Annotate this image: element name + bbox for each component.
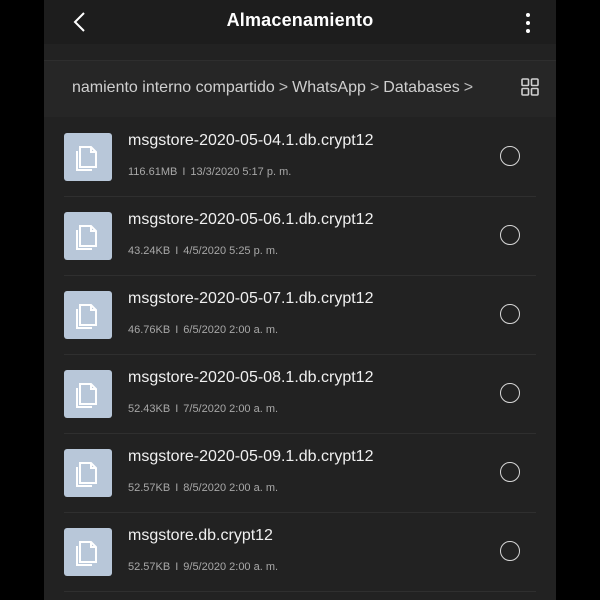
file-name: msgstore-2020-05-09.1.db.crypt12 xyxy=(128,448,374,465)
meta-separator: I xyxy=(175,482,179,494)
meta-separator: I xyxy=(175,245,179,257)
breadcrumb-separator: > xyxy=(278,79,289,96)
file-row[interactable]: msgstore-2020-05-08.1.db.crypt12 52.43KB… xyxy=(64,355,536,434)
top-app-bar: Almacenamiento xyxy=(44,0,556,44)
file-row[interactable]: msgstore-2020-05-06.1.db.crypt12 43.24KB… xyxy=(64,197,536,276)
file-date: 8/5/2020 2:00 a. m. xyxy=(183,482,279,494)
file-date: 7/5/2020 2:00 a. m. xyxy=(183,403,279,415)
file-meta: 52.43KB I 7/5/2020 2:00 a. m. xyxy=(128,403,278,415)
breadcrumb-item-databases[interactable]: Databases xyxy=(383,79,460,96)
file-size: 52.43KB xyxy=(128,403,171,415)
select-radio[interactable] xyxy=(500,383,520,403)
grid-view-icon xyxy=(521,78,539,96)
file-meta: 43.24KB I 4/5/2020 5:25 p. m. xyxy=(128,245,278,257)
file-name: msgstore-2020-05-04.1.db.crypt12 xyxy=(128,132,374,149)
file-tile xyxy=(64,291,112,339)
document-copy-icon xyxy=(76,462,97,487)
file-size: 52.57KB xyxy=(128,561,171,573)
more-vert-icon xyxy=(526,13,530,33)
file-tile xyxy=(64,133,112,181)
breadcrumb: namiento interno compartido > WhatsApp > Dat… xyxy=(72,79,506,97)
document-copy-icon xyxy=(76,304,97,329)
more-options-button[interactable] xyxy=(516,8,540,38)
file-list: msgstore-2020-05-04.1.db.crypt12 116.61M… xyxy=(44,118,556,600)
file-row[interactable]: msgstore-2020-05-07.1.db.crypt12 46.76KB… xyxy=(64,276,536,355)
breadcrumb-bar: namiento interno compartido > WhatsApp > Dat… xyxy=(44,60,556,117)
select-radio[interactable] xyxy=(500,541,520,561)
left-border xyxy=(0,0,44,600)
file-size: 52.57KB xyxy=(128,482,171,494)
meta-separator: I xyxy=(182,166,186,178)
file-name: msgstore.db.crypt12 xyxy=(128,527,273,544)
file-row[interactable]: msgstore-2020-05-04.1.db.crypt12 116.61M… xyxy=(64,118,536,197)
file-size: 46.76KB xyxy=(128,324,171,336)
breadcrumb-separator: > xyxy=(369,79,380,96)
right-border xyxy=(556,0,600,600)
file-size: 43.24KB xyxy=(128,245,171,257)
file-date: 6/5/2020 2:00 a. m. xyxy=(183,324,279,336)
file-manager-screen: Almacenamiento namiento interno comparti… xyxy=(44,0,556,600)
file-tile xyxy=(64,528,112,576)
file-meta: 116.61MB I 13/3/2020 5:17 p. m. xyxy=(128,166,291,178)
page-title: Almacenamiento xyxy=(226,10,374,30)
file-meta: 52.57KB I 8/5/2020 2:00 a. m. xyxy=(128,482,278,494)
breadcrumb-separator: > xyxy=(463,79,474,96)
select-radio[interactable] xyxy=(500,225,520,245)
meta-separator: I xyxy=(175,561,179,573)
document-copy-icon xyxy=(76,383,97,408)
file-row[interactable]: msgstore.db.crypt12 52.57KB I 9/5/2020 2:0… xyxy=(64,513,536,592)
meta-separator: I xyxy=(175,324,179,336)
file-meta: 52.57KB I 9/5/2020 2:00 a. m. xyxy=(128,561,278,573)
file-name: msgstore-2020-05-06.1.db.crypt12 xyxy=(128,211,374,228)
breadcrumb-item-storage[interactable]: namiento interno compartido xyxy=(72,79,275,96)
select-radio[interactable] xyxy=(500,304,520,324)
grid-view-button[interactable] xyxy=(520,77,544,101)
document-copy-icon xyxy=(76,146,97,171)
meta-separator: I xyxy=(175,403,179,415)
file-tile xyxy=(64,449,112,497)
document-copy-icon xyxy=(76,225,97,250)
file-tile xyxy=(64,212,112,260)
file-meta: 46.76KB I 6/5/2020 2:00 a. m. xyxy=(128,324,278,336)
file-name: msgstore-2020-05-07.1.db.crypt12 xyxy=(128,290,374,307)
file-row[interactable]: msgstore-2020-05-09.1.db.crypt12 52.57KB… xyxy=(64,434,536,513)
file-size: 116.61MB xyxy=(128,166,178,178)
file-date: 9/5/2020 2:00 a. m. xyxy=(183,561,279,573)
breadcrumb-item-whatsapp[interactable]: WhatsApp xyxy=(292,79,366,96)
phone-frame: Almacenamiento namiento interno comparti… xyxy=(0,0,600,600)
file-tile xyxy=(64,370,112,418)
file-date: 13/3/2020 5:17 p. m. xyxy=(190,166,292,178)
document-copy-icon xyxy=(76,541,97,566)
file-name: msgstore-2020-05-08.1.db.crypt12 xyxy=(128,369,374,386)
file-date: 4/5/2020 5:25 p. m. xyxy=(183,245,279,257)
select-radio[interactable] xyxy=(500,462,520,482)
select-radio[interactable] xyxy=(500,146,520,166)
